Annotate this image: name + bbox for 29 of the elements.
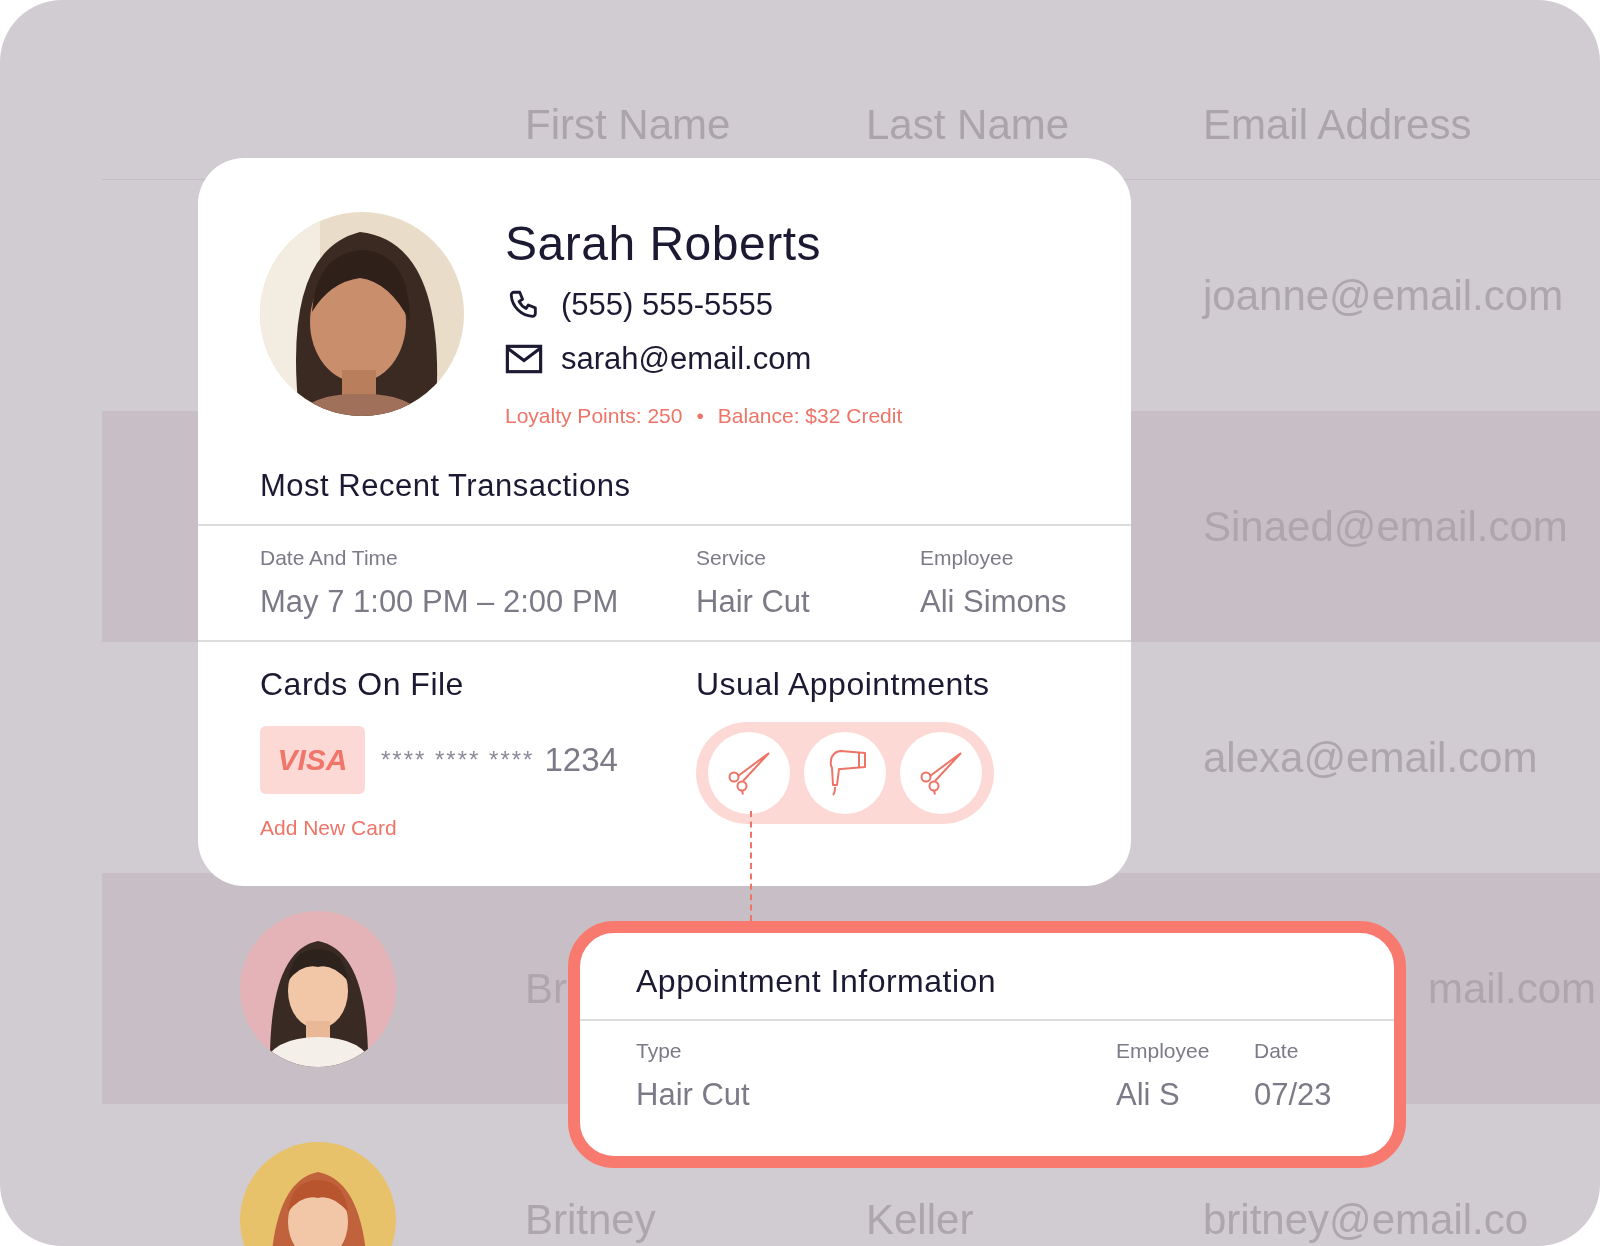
column-header: Employee bbox=[1116, 1039, 1211, 1063]
masked-card-digits: **** **** **** bbox=[381, 746, 535, 774]
table-cell-text: 07/23 bbox=[1254, 1077, 1333, 1113]
column-header: Type bbox=[636, 1039, 683, 1063]
service-button[interactable] bbox=[900, 732, 982, 814]
table-cell-text: Hair Cut bbox=[696, 584, 811, 620]
separator-dot: • bbox=[696, 404, 704, 428]
table-cell-text: Ali Simons bbox=[920, 584, 1068, 620]
card-last-digits: 1234 bbox=[544, 741, 618, 779]
column-header: Date And Time bbox=[260, 546, 399, 570]
table-cell-text: May 7 1:00 PM – 2:00 PM bbox=[260, 584, 620, 620]
table-cell-text: Hair Cut bbox=[636, 1077, 751, 1113]
column-header: Employee bbox=[920, 546, 1015, 570]
section-title: Cards On File bbox=[260, 666, 465, 704]
email-address: sarah@email.com bbox=[561, 341, 812, 377]
section-title: Usual Appointments bbox=[696, 666, 991, 704]
add-card-link[interactable]: Add New Card bbox=[260, 816, 397, 840]
balance: Balance: $32 Credit bbox=[717, 404, 903, 428]
table-cell-text: Ali S bbox=[1116, 1077, 1181, 1113]
section-title: Most Recent Transactions bbox=[198, 428, 1131, 526]
column-header: Service bbox=[696, 546, 768, 570]
phone-number: (555) 555-5555 bbox=[561, 287, 773, 323]
column-header: Date bbox=[1254, 1039, 1300, 1063]
section-title: Appointment Information bbox=[580, 933, 1394, 1021]
card-brand-badge: VISA bbox=[260, 726, 365, 794]
envelope-icon bbox=[505, 342, 543, 376]
service-button[interactable] bbox=[708, 732, 790, 814]
loyalty-points: Loyalty Points: 250 bbox=[505, 404, 683, 428]
customer-name: Sarah Roberts bbox=[505, 218, 822, 270]
